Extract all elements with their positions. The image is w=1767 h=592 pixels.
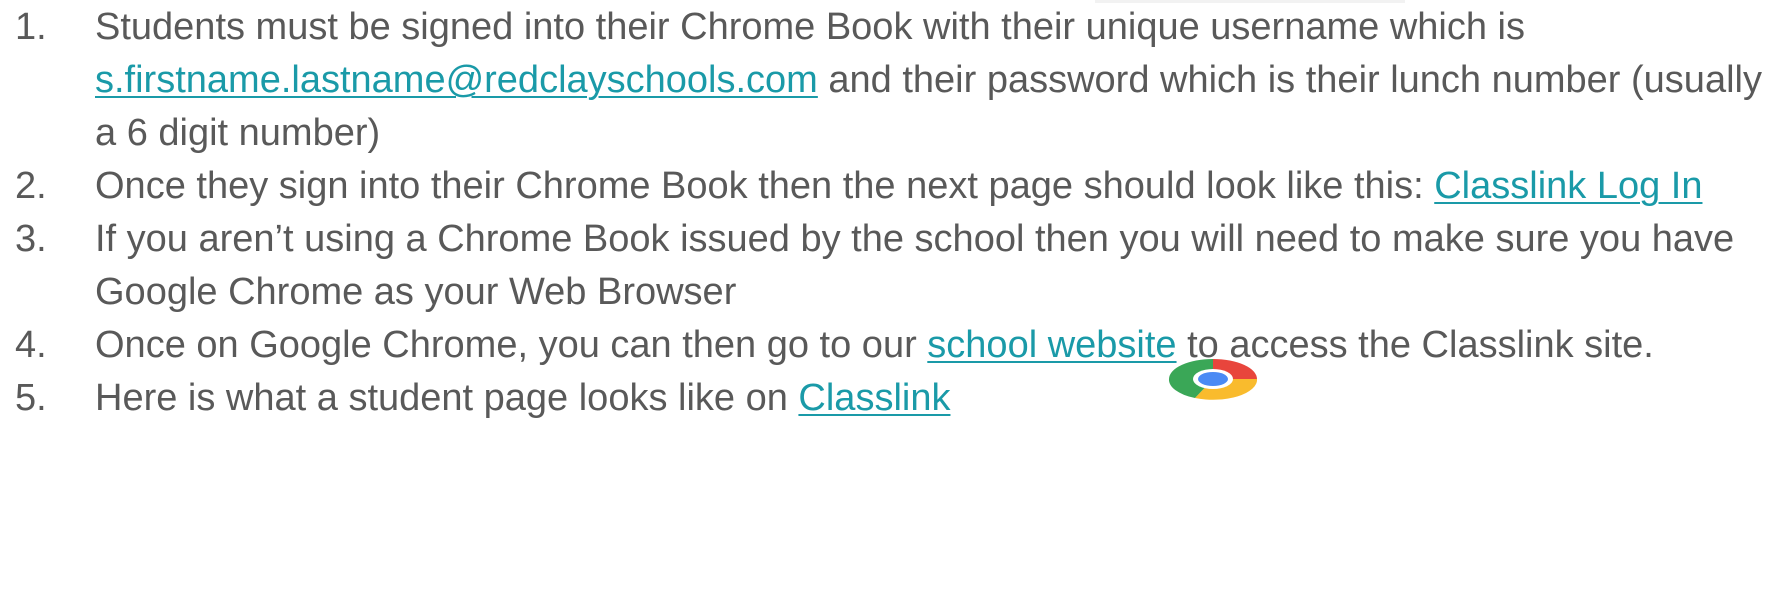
item-text: Once they sign into their Chrome Book th…: [95, 165, 1435, 207]
list-item: 4. Once on Google Chrome, you can then g…: [0, 319, 1767, 372]
item-text: Once on Google Chrome, you can then go t…: [95, 324, 928, 366]
item-text: Here is what a student page looks like o…: [95, 377, 799, 419]
classlink-login-link[interactable]: Classlink Log In: [1434, 165, 1702, 207]
item-number: 2.: [15, 165, 47, 207]
item-number: 4.: [15, 324, 47, 366]
item-text: If you aren’t using a Chrome Book issued…: [95, 218, 1735, 313]
item-number: 1.: [15, 6, 47, 48]
item-number: 5.: [15, 377, 47, 419]
chrome-center: [1198, 372, 1228, 386]
list-item: 5. Here is what a student page looks lik…: [0, 372, 1767, 425]
chrome-icon: [1168, 359, 1258, 400]
list-item: 1. Students must be signed into their Ch…: [0, 1, 1767, 160]
school-website-link[interactable]: school website: [927, 324, 1176, 366]
username-link[interactable]: s.firstname.lastname@redclayschools.com: [95, 59, 818, 101]
item-text: Students must be signed into their Chrom…: [95, 6, 1525, 48]
list-item: 2. Once they sign into their Chrome Book…: [0, 160, 1767, 213]
instruction-list: 1. Students must be signed into their Ch…: [0, 0, 1767, 425]
classlink-link[interactable]: Classlink: [798, 377, 950, 419]
item-number: 3.: [15, 218, 47, 260]
list-item: 3. If you aren’t using a Chrome Book iss…: [0, 213, 1767, 319]
